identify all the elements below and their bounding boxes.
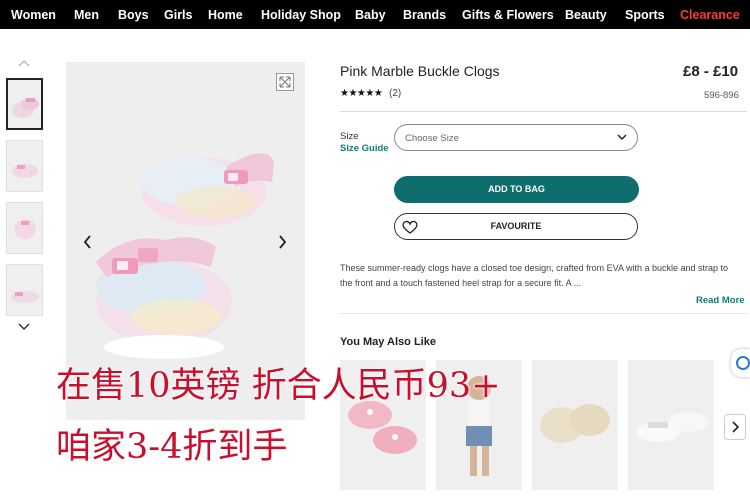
recommendations-next-button[interactable] xyxy=(724,414,746,440)
promo-overlay-line-2: 咱家3-4折到手 xyxy=(56,427,288,467)
favourite-label: FAVOURITE xyxy=(490,221,542,231)
size-select-placeholder: Choose Size xyxy=(405,133,459,144)
nav-men[interactable]: Men xyxy=(74,8,99,22)
chevron-right-icon xyxy=(732,421,740,433)
recommendation-card[interactable] xyxy=(532,360,618,490)
rating-stars[interactable]: ★★★★★ xyxy=(340,88,383,99)
thumbnail-3[interactable] xyxy=(6,202,43,254)
favourite-button[interactable]: FAVOURITE xyxy=(394,213,638,240)
chevron-up-icon[interactable] xyxy=(17,58,31,68)
thumbnail-2[interactable] xyxy=(6,140,43,192)
floating-chat-button[interactable] xyxy=(731,349,750,377)
nav-holiday-shop[interactable]: Holiday Shop xyxy=(261,8,341,22)
size-label: Size xyxy=(340,131,359,142)
add-to-bag-button[interactable]: ADD TO BAG xyxy=(394,176,639,203)
product-price: £8 - £10 xyxy=(683,63,739,80)
chevron-down-icon[interactable] xyxy=(17,322,31,332)
next-image-arrow-icon[interactable] xyxy=(276,234,288,250)
nav-women[interactable]: Women xyxy=(11,8,56,22)
chat-icon xyxy=(736,356,750,370)
size-guide-link[interactable]: Size Guide xyxy=(340,143,389,154)
nav-beauty[interactable]: Beauty xyxy=(565,8,607,22)
divider xyxy=(339,313,747,314)
nav-gifts-flowers[interactable]: Gifts & Flowers xyxy=(462,8,554,22)
thumbnail-4[interactable] xyxy=(6,264,43,316)
nav-sports[interactable]: Sports xyxy=(625,8,665,22)
nav-clearance[interactable]: Clearance xyxy=(680,8,740,22)
thumbnail-1[interactable] xyxy=(6,78,43,130)
review-count[interactable]: (2) xyxy=(389,88,401,99)
previous-image-arrow-icon[interactable] xyxy=(82,234,94,250)
size-select[interactable]: Choose Size xyxy=(394,124,638,151)
recommendations-title: You May Also Like xyxy=(340,336,436,348)
read-more-link[interactable]: Read More xyxy=(696,295,745,306)
recommendation-card[interactable] xyxy=(628,360,714,490)
product-title: Pink Marble Buckle Clogs xyxy=(340,63,500,79)
nav-girls[interactable]: Girls xyxy=(164,8,193,22)
heart-icon xyxy=(402,220,418,234)
nav-baby[interactable]: Baby xyxy=(355,8,386,22)
nav-brands[interactable]: Brands xyxy=(403,8,446,22)
promo-overlay-line-1: 在售10英镑 折合人民币93+ xyxy=(56,366,501,406)
nav-home[interactable]: Home xyxy=(208,8,243,22)
product-description: These summer-ready clogs have a closed t… xyxy=(340,263,729,288)
chevron-down-icon xyxy=(617,134,627,141)
top-navigation: Women Men Boys Girls Home Holiday Shop B… xyxy=(0,0,750,29)
product-code: 596-896 xyxy=(704,90,739,101)
divider xyxy=(339,111,747,112)
nav-boys[interactable]: Boys xyxy=(118,8,149,22)
